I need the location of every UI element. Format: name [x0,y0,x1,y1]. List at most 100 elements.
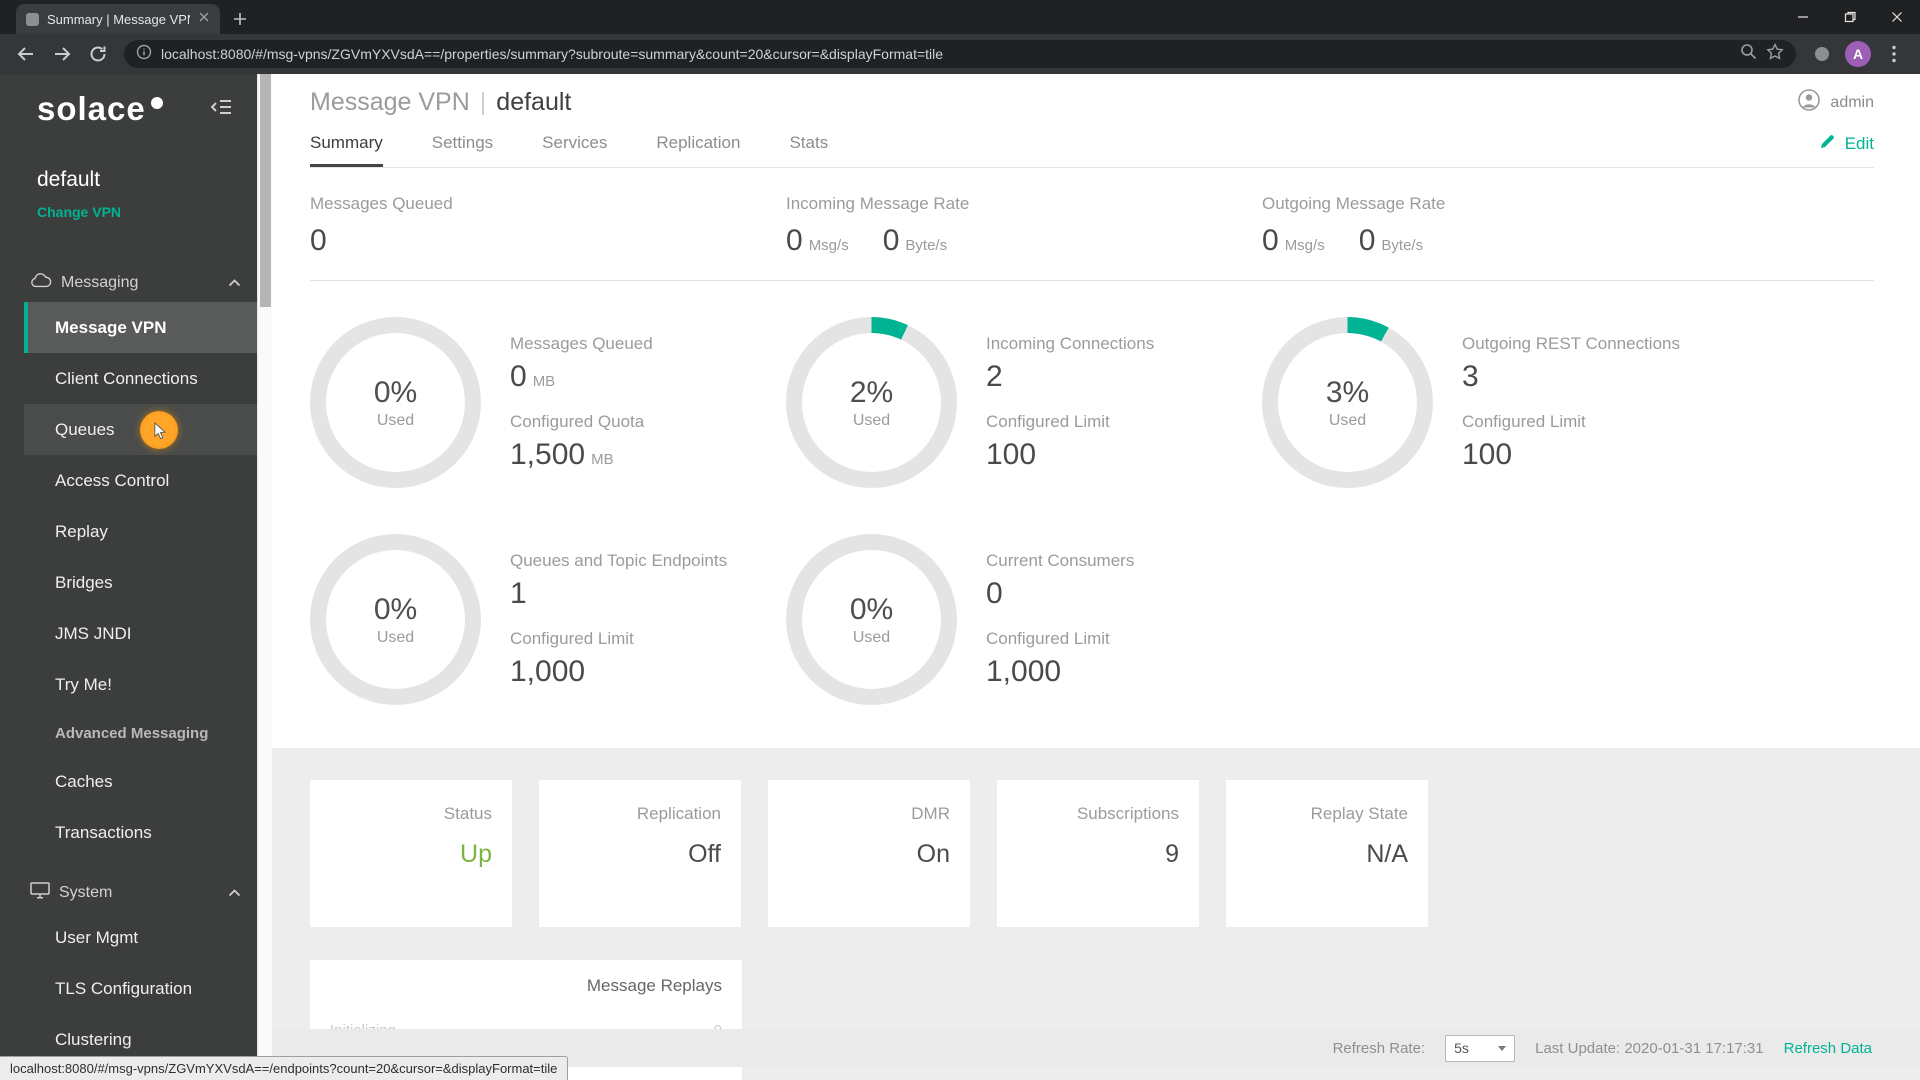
monitor-icon [30,882,50,904]
main-content: Message VPN | default admin Summary Settin… [272,74,1920,1080]
sidebar-item-tls-configuration[interactable]: TLS Configuration [24,963,257,1014]
bookmark-star-icon[interactable] [1766,42,1784,66]
donut-chart: 0% Used [310,534,481,705]
site-info-icon[interactable] [136,44,152,65]
tab-title: Summary | Message VPN [47,11,190,27]
section-label: System [59,884,113,901]
gauge-messages-queued: 0% Used Messages Queued 0 MB Configured Qu… [310,317,786,488]
window-close-button[interactable] [1873,0,1920,34]
card-replication: Replication Off [539,780,741,927]
sidebar-item-message-vpn[interactable]: Message VPN [24,302,257,353]
new-tab-button[interactable] [226,5,254,33]
stat-incoming-message-rate: Incoming Message Rate 0 Msg/s 0 Byte/s [786,194,970,257]
tab-services[interactable]: Services [542,133,607,167]
logo-dot [150,97,163,109]
last-update-text: Last Update: 2020-01-31 17:17:31 [1535,1039,1764,1057]
address-bar[interactable]: localhost:8080/#/msg-vpns/ZGVmYXVsdA==/p… [124,40,1796,68]
sidebar-item-caches[interactable]: Caches [24,756,257,807]
window-minimize-button[interactable] [1779,0,1826,34]
gauges-section: 0% Used Messages Queued 0 MB Configured Qu… [272,281,1920,748]
gauge-queues-topic-endpoints: 0% Used Queues and Topic Endpoints 1 Conf… [310,534,786,705]
zoom-icon[interactable] [1740,43,1757,65]
gauge-incoming-connections: 2% Used Incoming Connections 2 Configured… [786,317,1262,488]
sidebar-section-system[interactable]: System [0,880,257,906]
sidebar-item-queues[interactable]: Queues [24,404,257,455]
tab-close-icon[interactable] [198,10,210,28]
stat-messages-queued: Messages Queued 0 [310,194,453,257]
browser-tab-strip: Summary | Message VPN [0,0,1920,34]
click-indicator [140,410,178,449]
refresh-rate-label: Refresh Rate: [1332,1039,1426,1057]
stats-divider [272,258,1920,281]
page-header: Message VPN | default admin Summary Settin… [272,74,1920,168]
card-status: Status Up [310,780,512,927]
sidebar-item-transactions[interactable]: Transactions [24,807,257,858]
chevron-up-icon [228,884,241,902]
browser-toolbar: localhost:8080/#/msg-vpns/ZGVmYXVsdA==/p… [0,34,1920,74]
tab-replication[interactable]: Replication [656,133,740,167]
refresh-data-link[interactable]: Refresh Data [1784,1040,1872,1057]
page-title: Message VPN | default [310,88,572,116]
current-vpn-name: default [37,168,101,191]
reload-button[interactable] [82,38,114,70]
avatar: A [1845,41,1871,67]
sidebar-section-messaging[interactable]: Messaging [0,270,257,296]
chevron-up-icon [228,274,241,292]
card-subscriptions: Subscriptions 9 [997,780,1199,927]
chevron-down-icon [1498,1045,1507,1051]
tabs-row: Summary Settings Services Replication St… [310,133,1874,168]
browser-tab[interactable]: Summary | Message VPN [16,4,220,34]
system-nav: User Mgmt TLS Configuration Clustering [0,912,257,1065]
section-label: Messaging [61,274,139,291]
tab-summary[interactable]: Summary [310,133,383,167]
change-vpn-link[interactable]: Change VPN [37,204,257,220]
donut-chart: 3% Used [1262,317,1433,488]
user-icon [1797,88,1821,117]
solace-logo: solace [37,90,163,128]
summary-cards: Status Up Replication Off DMR On Subscri… [310,780,1874,927]
profile-avatar[interactable]: A [1842,38,1874,70]
donut-chart: 2% Used [786,317,957,488]
scrollbar-thumb[interactable] [260,74,271,307]
messaging-nav: Message VPN Client Connections Queues Ac… [0,302,257,858]
sidebar-item-jms-jndi[interactable]: JMS JNDI [24,608,257,659]
user-name: admin [1830,93,1874,111]
back-button[interactable] [10,38,42,70]
browser-menu-icon[interactable] [1878,38,1910,70]
edit-button[interactable]: Edit [1819,133,1874,167]
card-replay-state: Replay State N/A [1226,780,1428,927]
vpn-block: default Change VPN [37,168,257,220]
refresh-rate-select[interactable]: 5s [1445,1034,1516,1062]
window-controls [1779,0,1920,34]
extension-icon[interactable] [1806,38,1838,70]
app-shell: solace default Change VPN Messaging Mess… [0,74,1920,1080]
sidebar-item-bridges[interactable]: Bridges [24,557,257,608]
sidebar-item-replay[interactable]: Replay [24,506,257,557]
donut-chart: 0% Used [310,317,481,488]
stat-outgoing-message-rate: Outgoing Message Rate 0 Msg/s 0 Byte/s [1262,194,1446,257]
stats-section: Messages Queued 0 Incoming Message Rate … [272,168,1920,258]
link-preview-status-bar: localhost:8080/#/msg-vpns/ZGVmYXVsdA==/e… [0,1056,569,1080]
url-text: localhost:8080/#/msg-vpns/ZGVmYXVsdA==/p… [161,46,944,62]
tab-stats[interactable]: Stats [789,133,828,167]
scrollbar-track[interactable] [257,74,272,1080]
tab-settings[interactable]: Settings [432,133,493,167]
cloud-icon [30,273,52,293]
donut-chart: 0% Used [786,534,957,705]
gauge-outgoing-rest-connections: 3% Used Outgoing REST Connections 3 Confi… [1262,317,1738,488]
sidebar-item-try-me[interactable]: Try Me! [24,659,257,710]
pencil-icon [1819,133,1836,155]
sidebar: solace default Change VPN Messaging Mess… [0,74,257,1080]
window-maximize-button[interactable] [1826,0,1873,34]
card-dmr: DMR On [768,780,970,927]
tab-favicon-icon [26,12,39,26]
sidebar-item-client-connections[interactable]: Client Connections [24,353,257,404]
sidebar-item-access-control[interactable]: Access Control [24,455,257,506]
screen: Summary | Message VPN localhost:8080/#/m… [0,0,1920,1080]
user-menu[interactable]: admin [1797,88,1874,117]
sidebar-item-advanced-messaging[interactable]: Advanced Messaging [24,710,257,756]
gauge-current-consumers: 0% Used Current Consumers 0 Configured Li… [786,534,1262,705]
sidebar-collapse-icon[interactable] [207,94,237,125]
sidebar-item-user-mgmt[interactable]: User Mgmt [24,912,257,963]
forward-button[interactable] [46,38,78,70]
